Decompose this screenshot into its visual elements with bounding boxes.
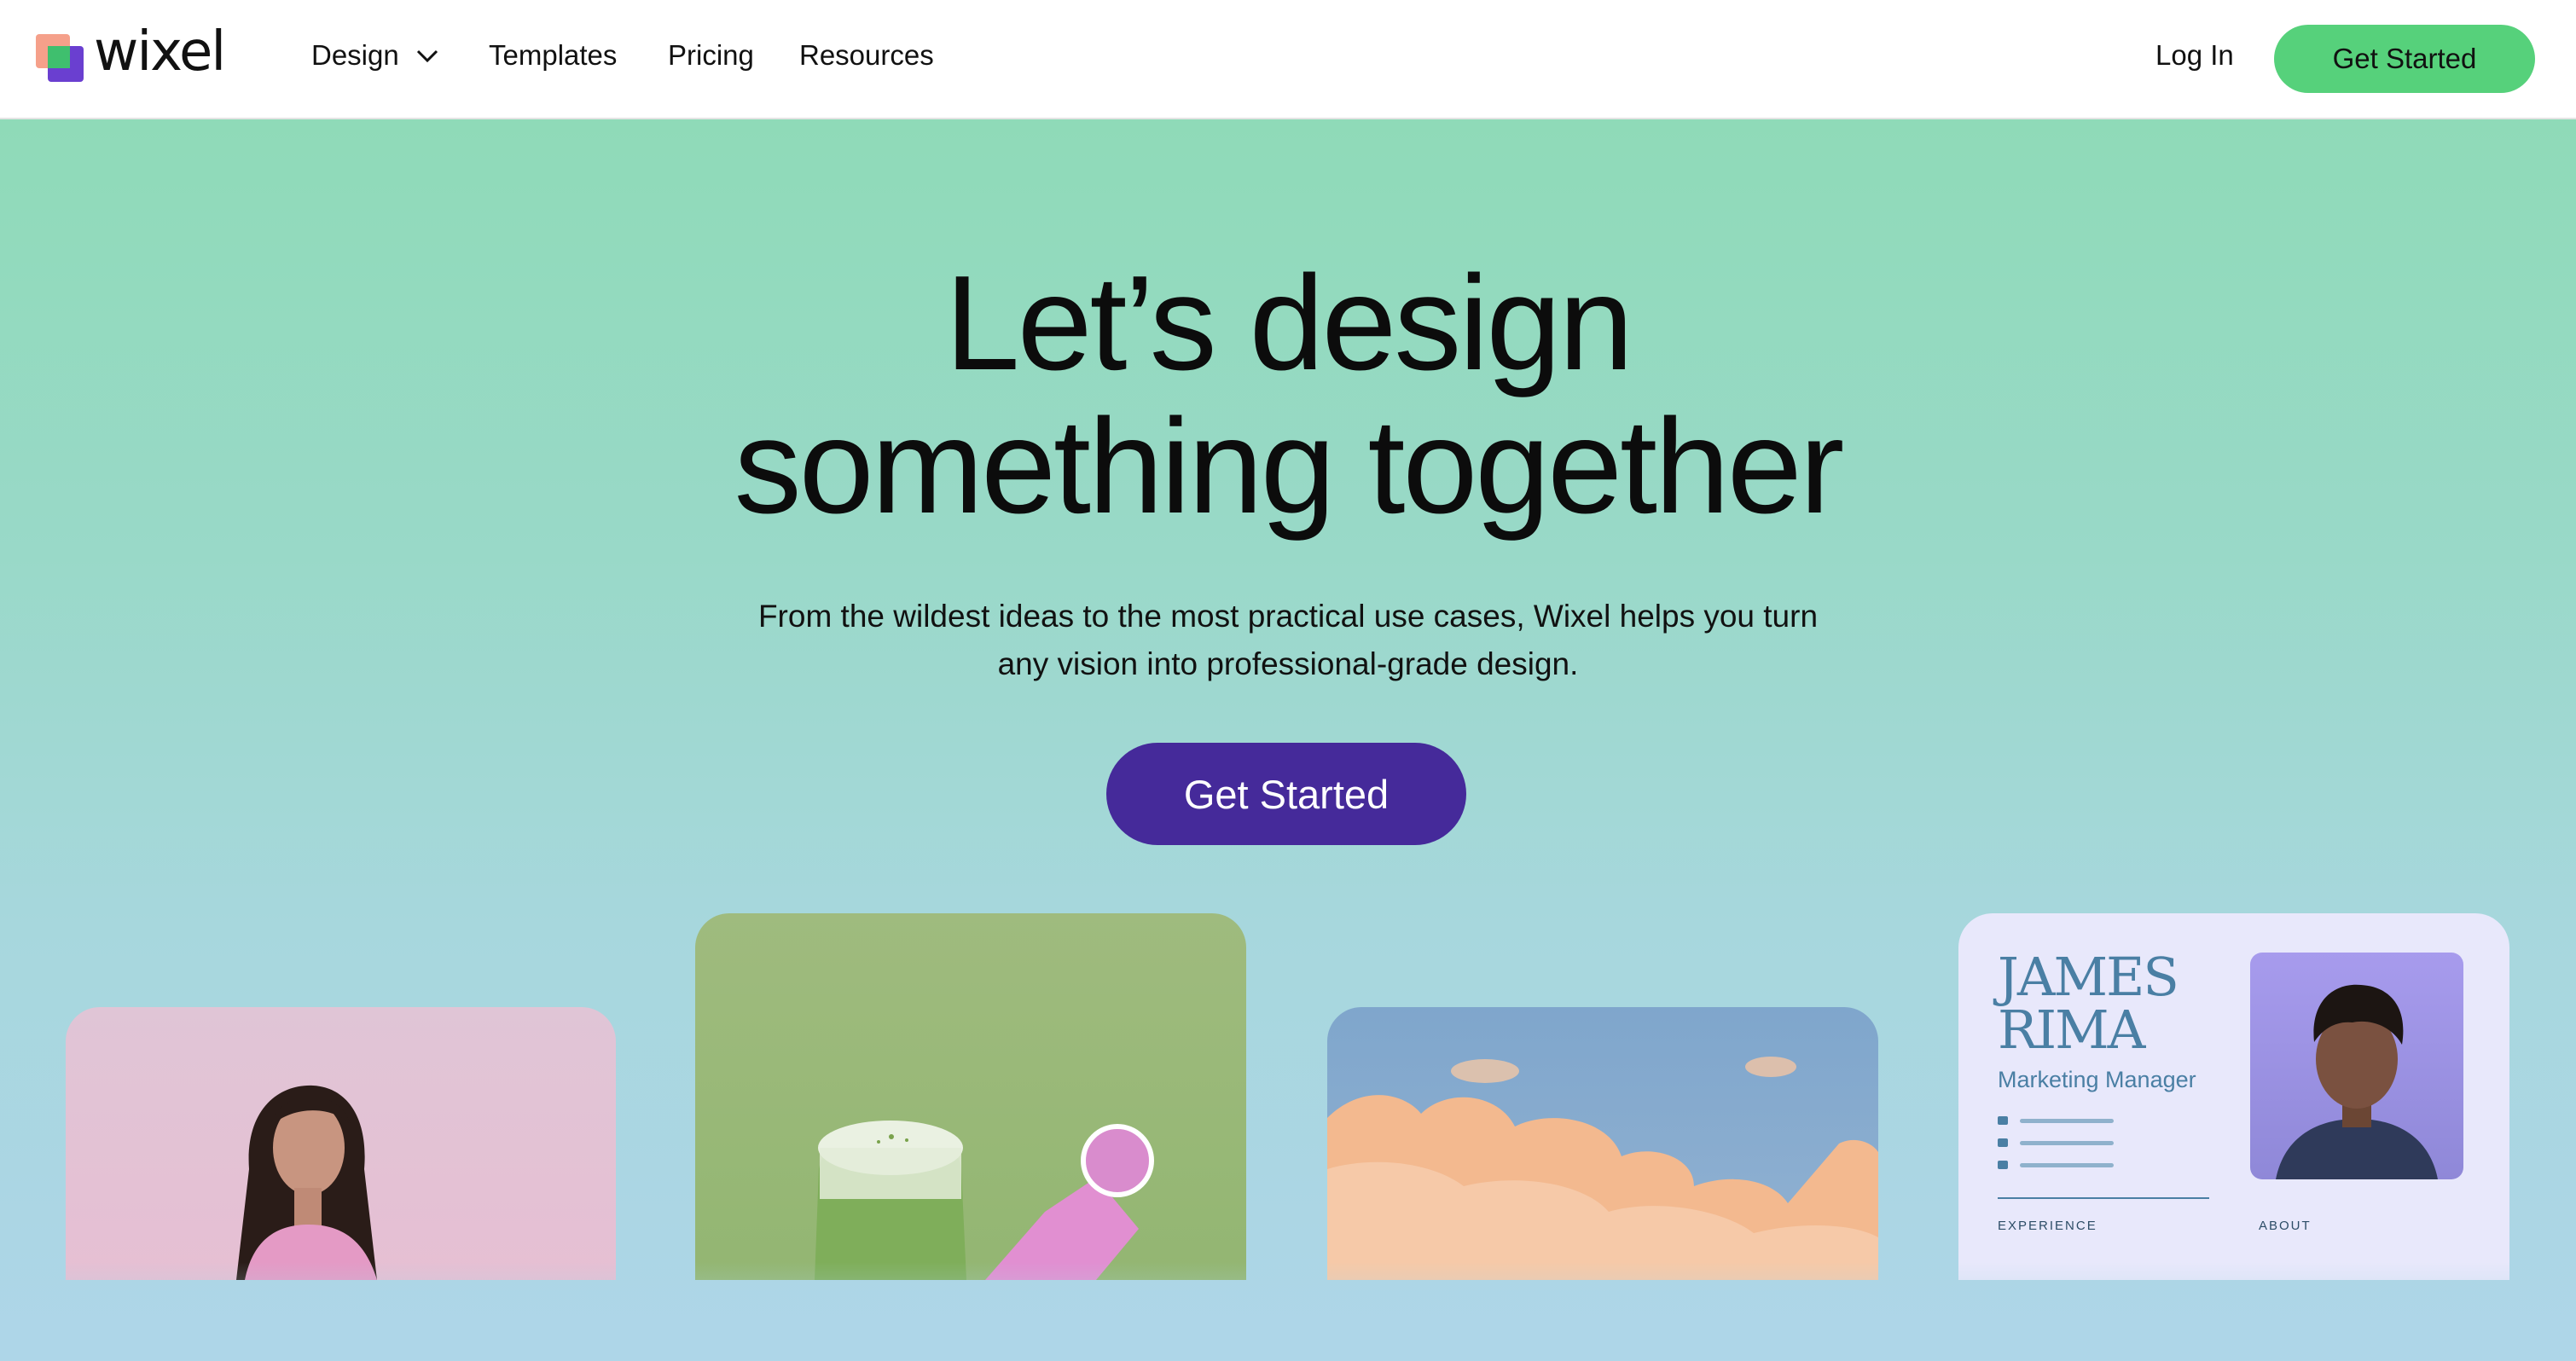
man-portrait-image <box>2250 953 2463 1179</box>
get-started-hero-button[interactable]: Get Started <box>1106 743 1466 845</box>
contact-line <box>2020 1119 2114 1123</box>
business-card-name: JAMES RIMA <box>1998 946 2179 1061</box>
hero-subtitle-line-1: From the wildest ideas to the most pract… <box>757 599 1819 634</box>
hero-title-line-1: Let’s design <box>944 248 1633 398</box>
nav-design-menu[interactable]: Design <box>311 39 399 72</box>
login-link[interactable]: Log In <box>2155 39 2234 72</box>
contact-line <box>2020 1141 2114 1145</box>
chevron-down-icon[interactable] <box>416 49 438 63</box>
matcha-drink-image <box>815 1121 1154 1280</box>
phone-icon <box>1998 1116 2008 1125</box>
template-card-portrait[interactable] <box>66 1007 616 1280</box>
contact-line <box>2020 1163 2114 1167</box>
hero-title-line-2: something together <box>734 391 1845 542</box>
brand-name: wixel <box>94 20 226 84</box>
bottom-fade-overlay <box>0 1262 2576 1361</box>
top-navbar: wixel Design Templates Pricing Resources… <box>0 0 2576 119</box>
business-card-about-label: ABOUT <box>2259 1219 2312 1233</box>
nav-pricing-link[interactable]: Pricing <box>668 39 754 72</box>
template-card-business-card[interactable]: JAMES RIMA Marketing Manager EXPERIENCE … <box>1958 913 2509 1280</box>
hero-title: Let’s design something together <box>0 252 2576 538</box>
wixel-logo[interactable]: wixel <box>36 20 232 85</box>
business-card-divider <box>1998 1197 2209 1199</box>
business-card-experience-label: EXPERIENCE <box>1998 1219 2097 1233</box>
template-card-clouds[interactable] <box>1327 1007 1878 1280</box>
hero-subtitle-line-2: any vision into professional-grade desig… <box>997 646 1579 681</box>
template-card-matcha[interactable] <box>695 913 1246 1280</box>
woman-portrait-image <box>236 1085 377 1280</box>
clouds-sky-image <box>1327 1057 1878 1280</box>
business-card-first-name: JAMES <box>1998 946 2179 1008</box>
nav-templates-link[interactable]: Templates <box>489 39 617 72</box>
get-started-nav-button[interactable]: Get Started <box>2274 25 2535 93</box>
mail-icon <box>1998 1161 2008 1169</box>
nav-resources-link[interactable]: Resources <box>799 39 934 72</box>
business-card-last-name: RIMA <box>1998 999 2145 1061</box>
wixel-logo-icon <box>36 34 87 85</box>
linkedin-icon <box>1998 1138 2008 1147</box>
business-card-role: Marketing Manager <box>1998 1067 2196 1092</box>
hero-subtitle: From the wildest ideas to the most pract… <box>648 593 1928 688</box>
